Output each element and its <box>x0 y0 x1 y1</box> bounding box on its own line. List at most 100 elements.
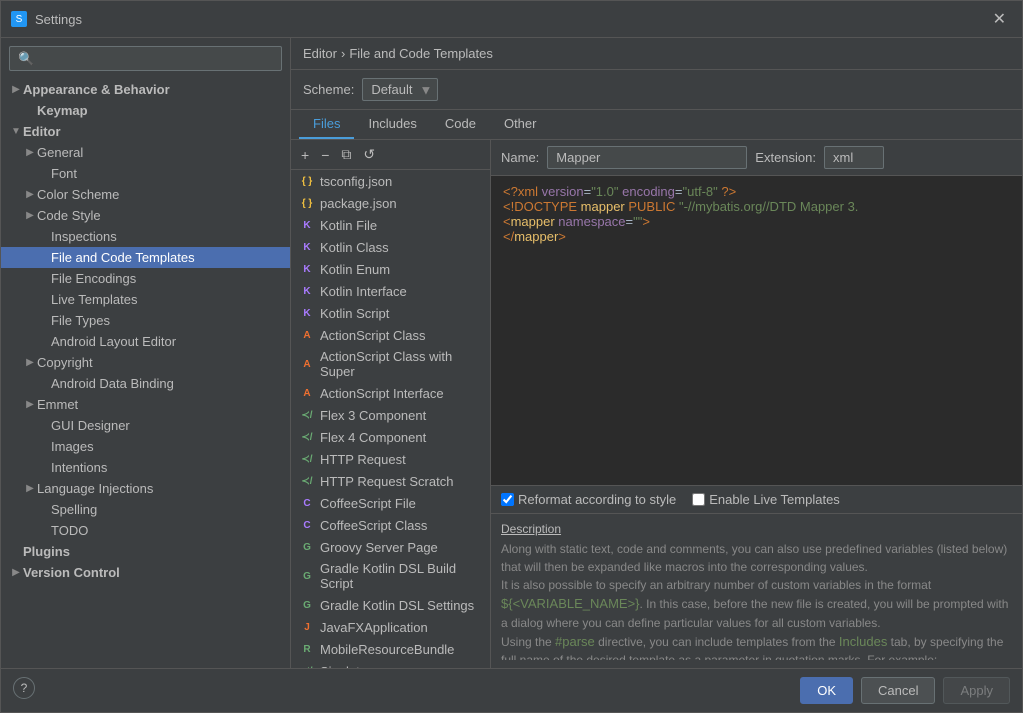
help-button[interactable]: ? <box>13 677 35 699</box>
file-item-label: Kotlin File <box>320 218 377 233</box>
tree-item-android-data-binding[interactable]: Android Data Binding <box>1 373 290 394</box>
file-item[interactable]: JJavaFXApplication <box>291 616 490 638</box>
tree-item-label: Intentions <box>51 460 282 475</box>
search-box <box>1 38 290 79</box>
file-item[interactable]: ≺/HTTP Request Scratch <box>291 470 490 492</box>
file-item[interactable]: KKotlin Class <box>291 236 490 258</box>
file-type-icon: G <box>299 597 315 613</box>
tree-item-keymap[interactable]: Keymap <box>1 100 290 121</box>
tree-item-file-types[interactable]: File Types <box>1 310 290 331</box>
code-editor[interactable]: <?xml version="1.0" encoding="utf-8" ?> <… <box>491 176 1022 485</box>
file-item-label: Flex 3 Component <box>320 408 426 423</box>
file-item-label: ActionScript Class <box>320 328 425 343</box>
file-item[interactable]: GGradle Kotlin DSL Build Script <box>291 558 490 594</box>
tab-other[interactable]: Other <box>490 110 551 139</box>
file-item[interactable]: KKotlin Enum <box>291 258 490 280</box>
reformat-checkbox[interactable] <box>501 493 514 506</box>
tab-includes[interactable]: Includes <box>354 110 430 139</box>
file-item-label: HTTP Request <box>320 452 406 467</box>
remove-template-button[interactable]: − <box>317 145 333 165</box>
tree-item-language-injections[interactable]: ▶Language Injections <box>1 478 290 499</box>
file-item[interactable]: CCoffeeScript Class <box>291 514 490 536</box>
file-list-toolbar: + − ⧉ ↺ <box>291 140 490 170</box>
breadcrumb-current: File and Code Templates <box>349 46 493 61</box>
cancel-button[interactable]: Cancel <box>861 677 935 704</box>
tree-item-font[interactable]: Font <box>1 163 290 184</box>
file-item[interactable]: RMobileResourceBundle <box>291 638 490 660</box>
tree-item-label: Spelling <box>51 502 282 517</box>
tree-item-intentions[interactable]: Intentions <box>1 457 290 478</box>
live-templates-checkbox[interactable] <box>692 493 705 506</box>
tree-item-gui-designer[interactable]: GUI Designer⚙ <box>1 415 290 436</box>
code-line: <?xml version="1.0" encoding="utf-8" ?> <box>503 184 1010 199</box>
code-line: </mapper> <box>503 229 1010 244</box>
tree-item-todo[interactable]: TODO <box>1 520 290 541</box>
description-title: Description <box>501 522 1012 536</box>
live-templates-checkbox-label[interactable]: Enable Live Templates <box>692 492 840 507</box>
file-item[interactable]: AActionScript Interface <box>291 382 490 404</box>
file-type-icon: R <box>299 641 315 657</box>
tree-item-label: File and Code Templates <box>51 250 268 265</box>
tree-item-label: File Encodings <box>51 271 282 286</box>
file-item[interactable]: ≺/Flex 3 Component <box>291 404 490 426</box>
tree-item-images[interactable]: Images <box>1 436 290 457</box>
copy-template-button[interactable]: ⧉ <box>337 144 355 165</box>
tree-item-label: Code Style <box>37 208 268 223</box>
tree-item-live-templates[interactable]: Live Templates <box>1 289 290 310</box>
add-template-button[interactable]: + <box>297 145 313 165</box>
tree-item-label: Editor <box>23 124 282 139</box>
file-item[interactable]: { }package.json <box>291 192 490 214</box>
reformat-checkbox-label[interactable]: Reformat according to style <box>501 492 676 507</box>
tree-item-label: Language Injections <box>37 481 282 496</box>
file-item[interactable]: KKotlin File <box>291 214 490 236</box>
file-item[interactable]: { }tsconfig.json <box>291 170 490 192</box>
tree-item-label: File Types <box>51 313 282 328</box>
tree-item-version-control[interactable]: ▶Version Control⚙ <box>1 562 290 583</box>
file-item[interactable]: GGradle Kotlin DSL Settings <box>291 594 490 616</box>
tree-item-code-style[interactable]: ▶Code Style⚙ <box>1 205 290 226</box>
tree-arrow: ▶ <box>9 567 23 578</box>
tree-item-plugins[interactable]: Plugins <box>1 541 290 562</box>
tree-item-spelling[interactable]: Spelling <box>1 499 290 520</box>
file-item[interactable]: CCoffeeScript File <box>291 492 490 514</box>
tree-arrow: ▶ <box>23 483 37 494</box>
file-item[interactable]: KKotlin Interface <box>291 280 490 302</box>
tab-files[interactable]: Files <box>299 110 354 139</box>
tree-item-android-layout-editor[interactable]: Android Layout Editor <box>1 331 290 352</box>
file-item[interactable]: AActionScript Class with Super <box>291 346 490 382</box>
file-item[interactable]: A ActionScript Class <box>291 324 490 346</box>
scheme-label: Scheme: <box>303 82 354 97</box>
tree-item-copyright[interactable]: ▶Copyright⚙ <box>1 352 290 373</box>
tree-item-general[interactable]: ▶General <box>1 142 290 163</box>
editor-area: + − ⧉ ↺ { }tsconfig.json{ }package.jsonK… <box>291 140 1022 668</box>
tab-code[interactable]: Code <box>431 110 490 139</box>
name-label: Name: <box>501 150 539 165</box>
tree-item-inspections[interactable]: Inspections⚙ <box>1 226 290 247</box>
tree-item-file-encodings[interactable]: File Encodings <box>1 268 290 289</box>
file-item-label: ActionScript Interface <box>320 386 444 401</box>
tree-item-color-scheme[interactable]: ▶Color Scheme <box>1 184 290 205</box>
file-item[interactable]: GGroovy Server Page <box>291 536 490 558</box>
file-type-icon: A <box>299 356 315 372</box>
close-button[interactable]: ✕ <box>987 7 1012 31</box>
search-input[interactable] <box>9 46 282 71</box>
tree-arrow: ▶ <box>23 210 37 221</box>
file-type-icon: A <box>299 327 315 343</box>
apply-button[interactable]: Apply <box>943 677 1010 704</box>
file-type-icon: J <box>299 619 315 635</box>
tree-item-editor[interactable]: ▼Editor <box>1 121 290 142</box>
tree-item-emmet[interactable]: ▶Emmet <box>1 394 290 415</box>
scheme-select[interactable]: Default Project <box>362 78 438 101</box>
reset-template-button[interactable]: ↺ <box>359 144 379 165</box>
tree-item-file-and-code-templates[interactable]: File and Code Templates⚙ <box>1 247 290 268</box>
template-extension-input[interactable] <box>824 146 884 169</box>
live-templates-label: Enable Live Templates <box>709 492 840 507</box>
file-item[interactable]: ≺/Singleton <box>291 660 490 668</box>
file-item[interactable]: KKotlin Script <box>291 302 490 324</box>
file-item[interactable]: ≺/HTTP Request <box>291 448 490 470</box>
breadcrumb-parent[interactable]: Editor <box>303 46 337 61</box>
ok-button[interactable]: OK <box>800 677 853 704</box>
tree-item-appearance-&-behavior[interactable]: ▶Appearance & Behavior <box>1 79 290 100</box>
file-item[interactable]: ≺/Flex 4 Component <box>291 426 490 448</box>
template-name-input[interactable] <box>547 146 747 169</box>
